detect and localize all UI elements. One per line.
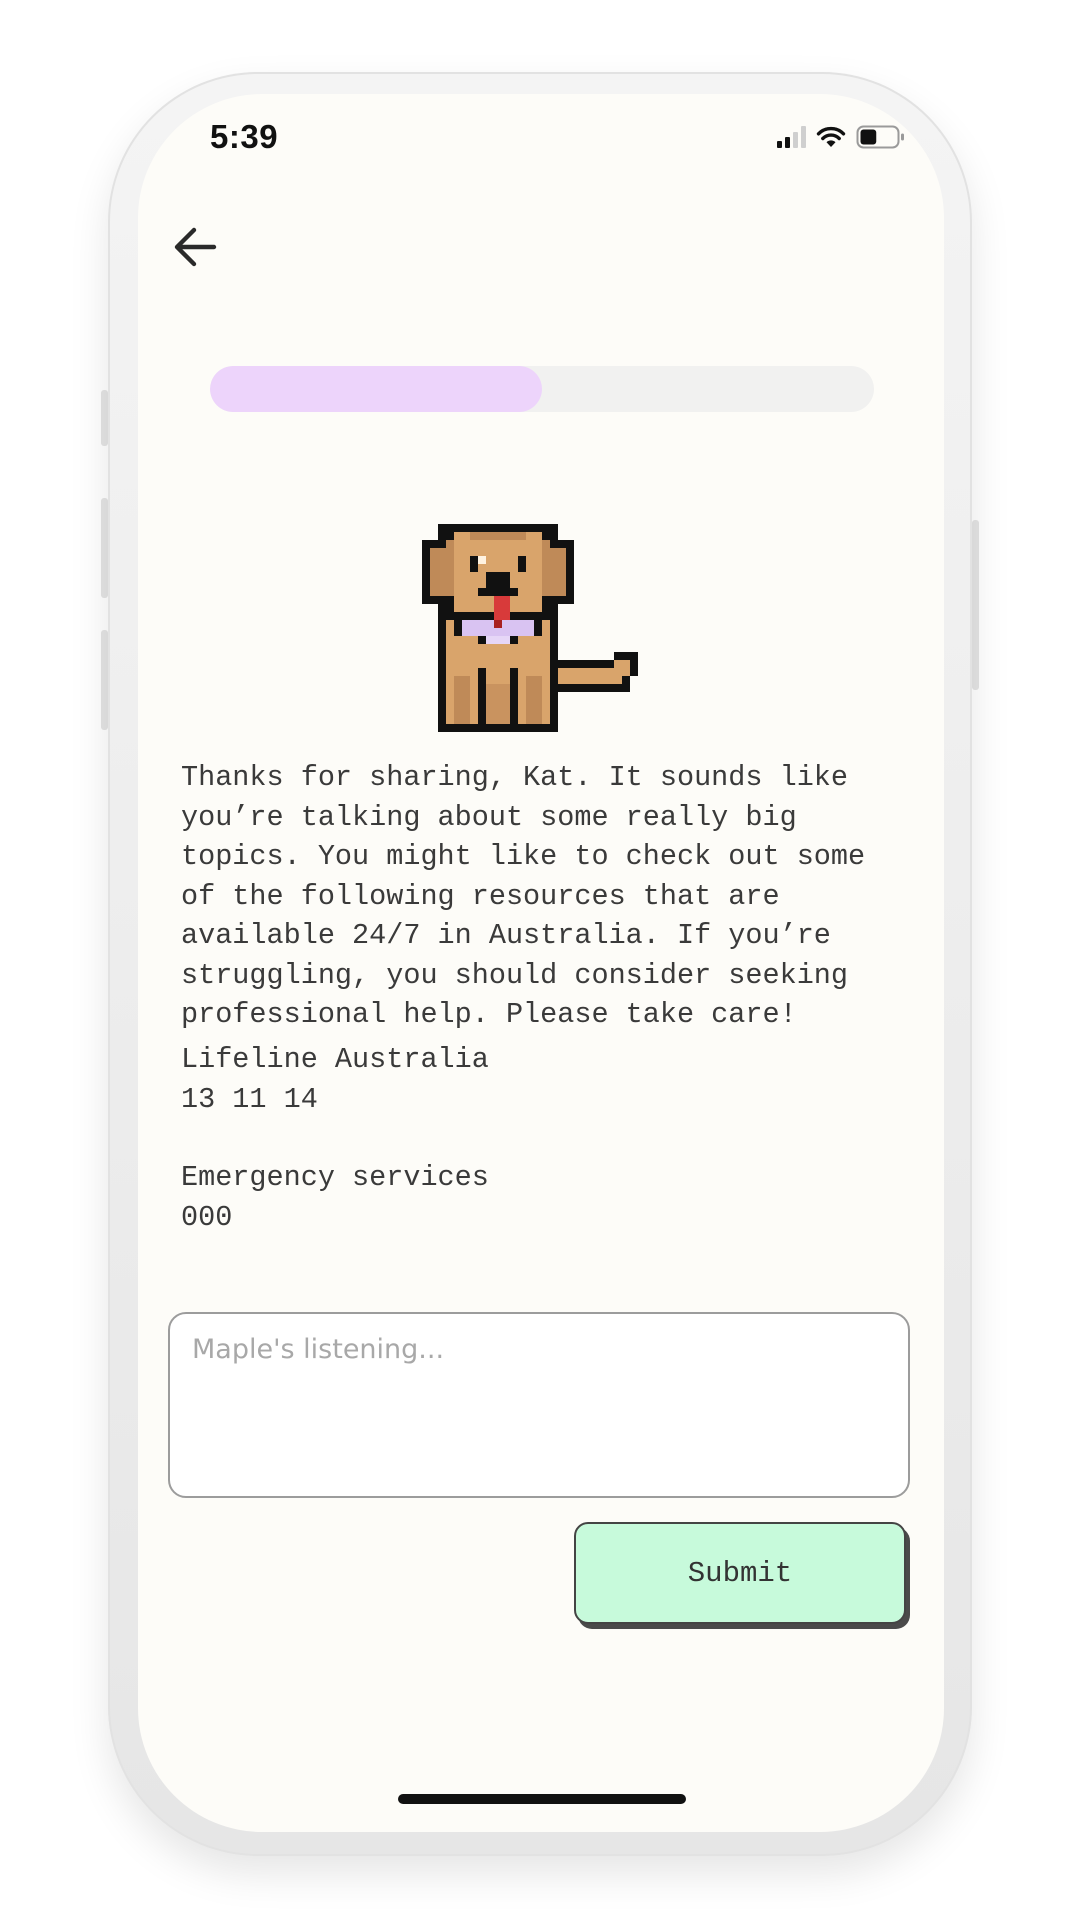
phone-power-button (972, 520, 979, 690)
message-input-container (168, 1312, 910, 1498)
status-icons (777, 122, 906, 152)
arrow-left-icon (174, 227, 217, 267)
status-time: 5:39 (210, 118, 279, 155)
phone-volume-up-button (101, 498, 108, 598)
phone-volume-down-button (101, 630, 108, 730)
progress-fill (210, 366, 542, 412)
resource-name: Emergency services (181, 1161, 489, 1194)
back-button[interactable] (168, 220, 222, 274)
home-indicator[interactable] (398, 1794, 686, 1804)
resource-name: Lifeline Australia (181, 1043, 489, 1076)
resource-lifeline: Lifeline Australia 13 11 14 (181, 1040, 921, 1119)
cellular-signal-icon (777, 126, 806, 148)
maple-response-message: Thanks for sharing, Kat. It sounds like … (181, 761, 866, 1031)
battery-icon (856, 125, 904, 149)
submit-button[interactable]: Submit (574, 1522, 906, 1624)
wifi-icon (816, 126, 846, 147)
resource-phone-number[interactable]: 000 (181, 1198, 921, 1238)
progress-bar (210, 366, 874, 412)
resource-phone-number[interactable]: 13 11 14 (181, 1080, 921, 1120)
message-input[interactable] (192, 1334, 886, 1476)
app-screen: 5:39 Thanks for sharing, Kat. It sounds … (138, 94, 944, 1832)
resource-emergency: Emergency services 000 (181, 1158, 921, 1237)
phone-mute-switch (101, 390, 108, 446)
stage: 5:39 Thanks for sharing, Kat. It sounds … (0, 0, 1080, 1920)
pixel-dog-icon (422, 524, 638, 732)
